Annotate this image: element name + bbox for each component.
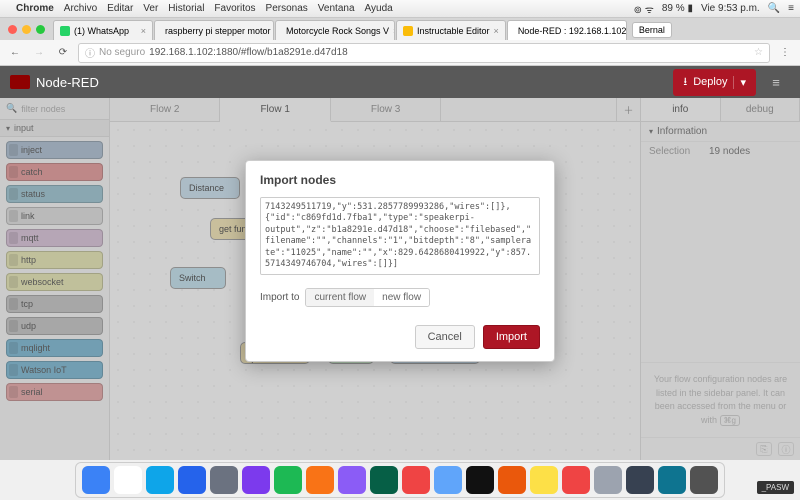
mac-app-name[interactable]: Chrome (16, 3, 54, 14)
dock-app-icon[interactable] (370, 466, 398, 494)
tab-label: Instructable Editor (417, 26, 490, 36)
dock-app-icon[interactable] (466, 466, 494, 494)
hamburger-menu-icon[interactable]: ≡ (762, 75, 790, 90)
mac-menu-ventana[interactable]: Ventana (318, 3, 355, 14)
bookmark-icon[interactable]: ☆ (754, 47, 763, 58)
battery-status[interactable]: 89 % ▮ (662, 3, 693, 14)
nodered-header: Node-RED ⭳ Deploy ▾ ≡ (0, 66, 800, 98)
dock-app-icon[interactable] (274, 466, 302, 494)
dock-app-icon[interactable] (434, 466, 462, 494)
dock-app-icon[interactable] (178, 466, 206, 494)
mac-dock (75, 462, 725, 498)
deploy-caret-icon[interactable]: ▾ (733, 76, 746, 89)
favicon (403, 26, 413, 36)
browser-tab[interactable]: raspberry pi stepper motor p× (154, 20, 274, 40)
dock-app-icon[interactable] (530, 466, 558, 494)
dock-app-icon[interactable] (210, 466, 238, 494)
dock-app-icon[interactable] (690, 466, 718, 494)
dock-app-icon[interactable] (114, 466, 142, 494)
dock-app-icon[interactable] (658, 466, 686, 494)
mac-menu-ayuda[interactable]: Ayuda (365, 3, 393, 14)
import-to-label: Import to (260, 292, 299, 303)
close-tab-icon[interactable]: × (393, 26, 395, 36)
import-json-textarea[interactable] (260, 197, 540, 275)
import-button[interactable]: Import (483, 325, 540, 349)
close-tab-icon[interactable]: × (494, 26, 499, 36)
spotlight-icon[interactable]: 🔍 (768, 3, 780, 14)
browser-tab[interactable]: (1) WhatsApp × (53, 20, 153, 40)
security-label: No seguro (99, 47, 145, 58)
import-target-segment: current flow new flow (305, 288, 430, 307)
url-text: 192.168.1.102:1880/#flow/b1a8291e.d47d18 (149, 47, 348, 58)
minimize-window-icon[interactable] (22, 25, 31, 34)
omnibox[interactable]: ⓘ No seguro 192.168.1.102:1880/#flow/b1a… (78, 43, 770, 63)
deploy-label: Deploy (693, 76, 727, 88)
chrome-menu-icon[interactable]: ⋮ (776, 44, 794, 62)
mac-menubar: Chrome Archivo Editar Ver Historial Favo… (0, 0, 800, 18)
browser-tab[interactable]: Motorcycle Rock Songs V × (275, 20, 395, 40)
browser-tab[interactable]: Instructable Editor × (396, 20, 506, 40)
import-current-flow-option[interactable]: current flow (306, 289, 374, 306)
tab-label: (1) WhatsApp (74, 26, 129, 36)
window-controls (0, 18, 53, 40)
tab-label: Motorcycle Rock Songs V (286, 26, 389, 36)
dock-app-icon[interactable] (402, 466, 430, 494)
tab-label: Node-RED : 192.168.1.102 (518, 26, 627, 36)
browser-tab[interactable]: Node-RED : 192.168.1.102× (507, 20, 627, 40)
dock-app-icon[interactable] (626, 466, 654, 494)
dock-app-icon[interactable] (82, 466, 110, 494)
dock-app-icon[interactable] (594, 466, 622, 494)
chrome-tabstrip: (1) WhatsApp × raspberry pi stepper motor … (0, 18, 800, 40)
clock[interactable]: Vie 9:53 p.m. (701, 3, 760, 14)
mac-menu-personas[interactable]: Personas (266, 3, 308, 14)
wifi-icon[interactable]: ⊚ ᯤ (634, 2, 654, 16)
notifications-icon[interactable]: ≡ (788, 3, 794, 14)
dock-app-icon[interactable] (562, 466, 590, 494)
tab-label: raspberry pi stepper motor p (165, 26, 274, 36)
cancel-button[interactable]: Cancel (415, 325, 475, 349)
reload-button[interactable]: ⟳ (54, 44, 72, 62)
mac-menu-favoritos[interactable]: Favoritos (214, 3, 255, 14)
back-button[interactable]: ← (6, 44, 24, 62)
dock-app-icon[interactable] (338, 466, 366, 494)
dock-app-icon[interactable] (306, 466, 334, 494)
chrome-profile[interactable]: Bernal (632, 22, 672, 38)
maximize-window-icon[interactable] (36, 25, 45, 34)
mac-menu-ver[interactable]: Ver (143, 3, 158, 14)
favicon (60, 26, 70, 36)
nodered-title: Node-RED (36, 75, 99, 90)
mac-menu-historial[interactable]: Historial (168, 3, 204, 14)
dock-app-icon[interactable] (498, 466, 526, 494)
close-tab-icon[interactable]: × (141, 26, 146, 36)
mac-menu-archivo[interactable]: Archivo (64, 3, 97, 14)
mac-menu-editar[interactable]: Editar (107, 3, 133, 14)
nodered-logo-icon (10, 75, 30, 89)
deploy-button[interactable]: ⭳ Deploy ▾ (673, 69, 756, 96)
dialog-title: Import nodes (260, 173, 540, 187)
deploy-icon: ⭳ (683, 73, 687, 92)
watermark: _PASW (757, 481, 794, 494)
nodered-logo: Node-RED (10, 75, 99, 90)
import-new-flow-option[interactable]: new flow (374, 289, 429, 306)
import-nodes-dialog: Import nodes Import to current flow new … (245, 160, 555, 362)
security-icon: ⓘ (85, 45, 95, 60)
forward-button[interactable]: → (30, 44, 48, 62)
dock-app-icon[interactable] (242, 466, 270, 494)
dock-app-icon[interactable] (146, 466, 174, 494)
chrome-toolbar: ← → ⟳ ⓘ No seguro 192.168.1.102:1880/#fl… (0, 40, 800, 66)
close-window-icon[interactable] (8, 25, 17, 34)
